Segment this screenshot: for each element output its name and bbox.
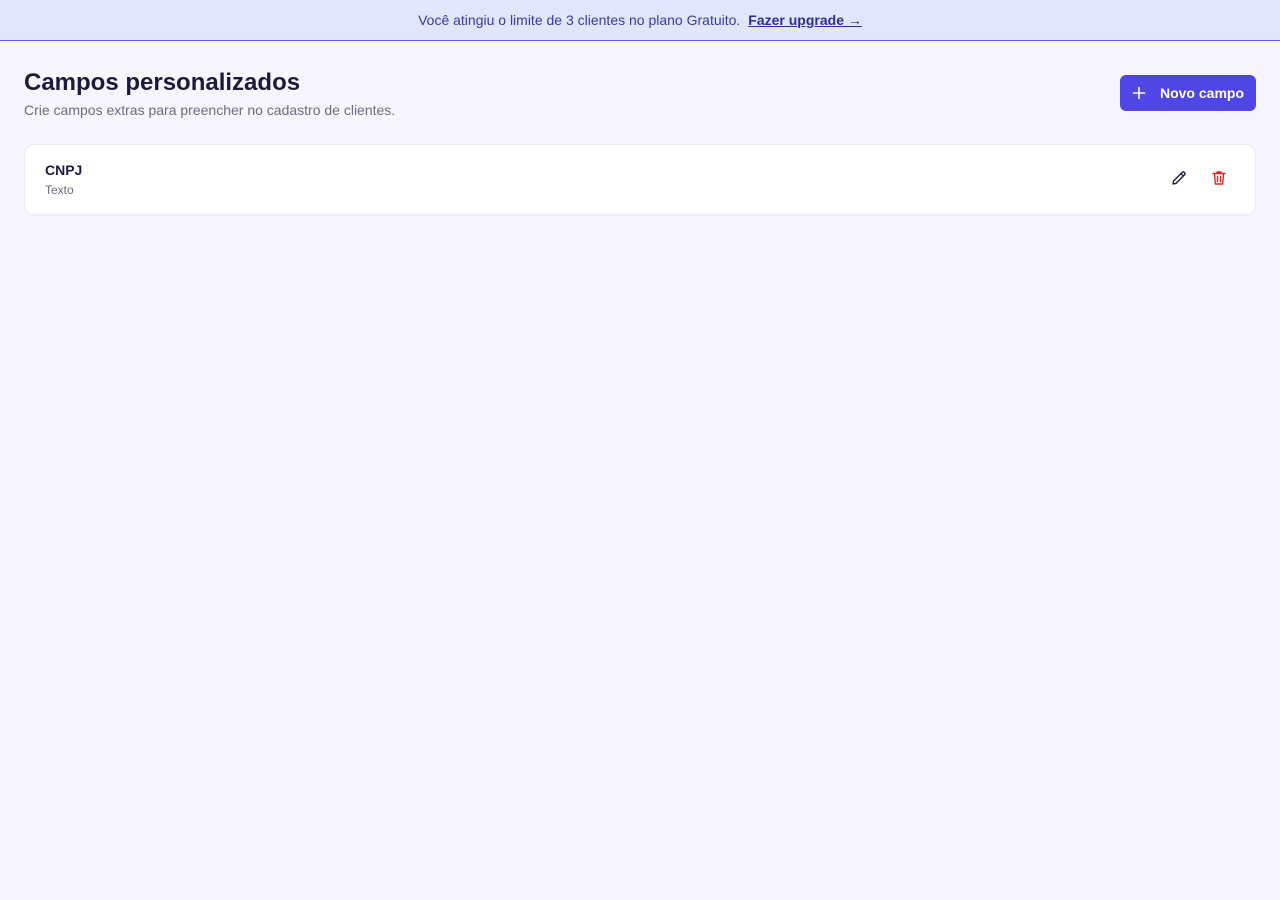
trash-icon bbox=[1210, 169, 1228, 190]
plus-icon bbox=[1132, 86, 1146, 100]
page-title: Campos personalizados bbox=[24, 69, 301, 96]
pencil-icon bbox=[1170, 169, 1188, 190]
edit-button[interactable] bbox=[1169, 170, 1189, 190]
upgrade-banner: Você atingiu o limite de 3 clientes no p… bbox=[0, 0, 1280, 41]
new-field-button-label: Novo campo bbox=[1159, 85, 1244, 101]
page-subtitle: Crie campos extras para preencher no cad… bbox=[24, 102, 396, 118]
banner-message: Você atingiu o limite de 3 clientes no p… bbox=[418, 12, 741, 28]
list-item: CNPJ Texto bbox=[24, 144, 1256, 215]
field-actions bbox=[1169, 170, 1229, 190]
field-info: CNPJ Texto bbox=[45, 162, 82, 197]
field-type: Texto bbox=[45, 183, 74, 197]
new-field-button[interactable]: Novo campo bbox=[1119, 75, 1256, 111]
upgrade-link[interactable]: Fazer upgrade → bbox=[748, 12, 862, 28]
delete-button[interactable] bbox=[1209, 170, 1229, 190]
page-header: Campos personalizados Crie campos extras… bbox=[24, 69, 1256, 118]
main-content: Campos personalizados Crie campos extras… bbox=[0, 41, 1280, 215]
page-heading: Campos personalizados Crie campos extras… bbox=[24, 69, 395, 118]
field-name: CNPJ bbox=[45, 162, 83, 178]
